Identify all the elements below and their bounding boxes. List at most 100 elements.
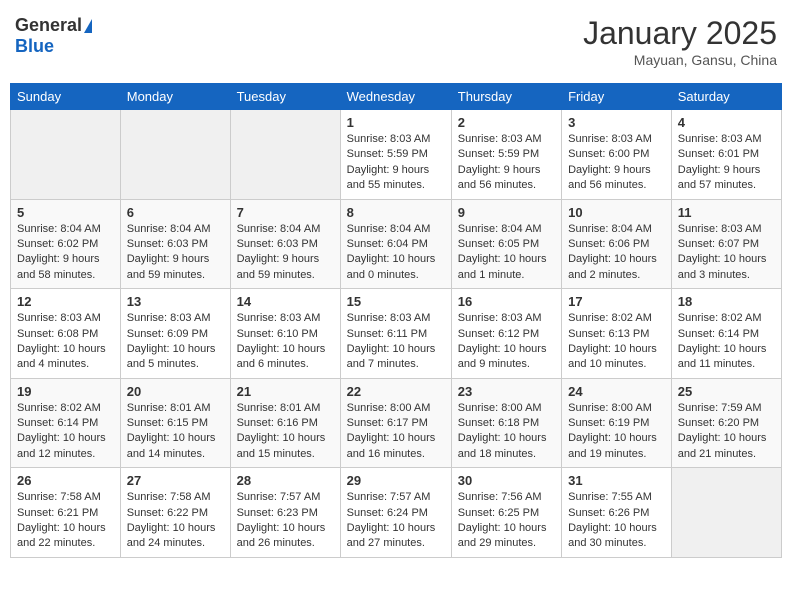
day-info: Sunrise: 8:02 AM Sunset: 6:14 PM Dayligh… — [17, 401, 114, 463]
day-number: 24 — [568, 384, 665, 399]
calendar-cell: 15Sunrise: 8:03 AM Sunset: 6:11 PM Dayli… — [340, 289, 451, 379]
calendar-cell: 23Sunrise: 8:00 AM Sunset: 6:18 PM Dayli… — [451, 378, 561, 468]
calendar-cell: 7 Sunrise: 8:04 AM Sunset: 6:03 PM Daylig… — [230, 199, 340, 289]
day-info: Sunrise: 7:56 AM Sunset: 6:25 PM Dayligh… — [458, 490, 555, 552]
calendar-week-1: 1 Sunrise: 8:03 AM Sunset: 5:59 PM Daylig… — [11, 110, 782, 200]
calendar-cell: 6Sunrise: 8:04 AM Sunset: 6:03 PM Daylig… — [120, 199, 230, 289]
calendar-cell: 31 Sunrise: 7:55 AM Sunset: 6:26 PM Dayli… — [562, 468, 672, 558]
day-info: Sunrise: 8:04 AM Sunset: 6:05 PM Dayligh… — [458, 222, 555, 284]
day-info: Sunrise: 7:55 AM Sunset: 6:26 PM Dayligh… — [568, 490, 665, 552]
day-number: 18 — [678, 294, 775, 309]
day-number: 11 — [678, 205, 775, 220]
day-info: Sunrise: 8:03 AM Sunset: 6:01 PM Dayligh… — [678, 132, 775, 194]
day-number: 4 — [678, 115, 775, 130]
day-info: Sunrise: 8:03 AM Sunset: 6:00 PM Dayligh… — [568, 132, 665, 194]
day-number: 12 — [17, 294, 114, 309]
day-info: Sunrise: 7:58 AM Sunset: 6:22 PM Dayligh… — [127, 490, 224, 552]
day-number: 19 — [17, 384, 114, 399]
day-number: 7 — [237, 205, 334, 220]
calendar-cell: 22 Sunrise: 8:00 AM Sunset: 6:17 PM Dayli… — [340, 378, 451, 468]
weekday-header-wednesday: Wednesday — [340, 84, 451, 110]
calendar-cell: 24 Sunrise: 8:00 AM Sunset: 6:19 PM Dayli… — [562, 378, 672, 468]
title-block: January 2025 Mayuan, Gansu, China — [583, 15, 777, 68]
logo-general-text: General — [15, 15, 82, 36]
calendar-cell: 5Sunrise: 8:04 AM Sunset: 6:02 PM Daylig… — [11, 199, 121, 289]
calendar-cell: 12 Sunrise: 8:03 AM Sunset: 6:08 PM Dayli… — [11, 289, 121, 379]
month-year-title: January 2025 — [583, 15, 777, 52]
day-number: 14 — [237, 294, 334, 309]
calendar-header-row: SundayMondayTuesdayWednesdayThursdayFrid… — [11, 84, 782, 110]
calendar-cell: 30 Sunrise: 7:56 AM Sunset: 6:25 PM Dayli… — [451, 468, 561, 558]
calendar-cell: 11Sunrise: 8:03 AM Sunset: 6:07 PM Dayli… — [671, 199, 781, 289]
calendar-week-2: 5Sunrise: 8:04 AM Sunset: 6:02 PM Daylig… — [11, 199, 782, 289]
day-info: Sunrise: 8:04 AM Sunset: 6:06 PM Dayligh… — [568, 222, 665, 284]
day-number: 31 — [568, 473, 665, 488]
logo: General Blue — [15, 15, 92, 57]
day-info: Sunrise: 8:03 AM Sunset: 5:59 PM Dayligh… — [347, 132, 445, 194]
calendar-cell: 2 Sunrise: 8:03 AM Sunset: 5:59 PM Daylig… — [451, 110, 561, 200]
calendar-cell: 13Sunrise: 8:03 AM Sunset: 6:09 PM Dayli… — [120, 289, 230, 379]
calendar-cell: 3 Sunrise: 8:03 AM Sunset: 6:00 PM Daylig… — [562, 110, 672, 200]
day-number: 30 — [458, 473, 555, 488]
calendar-week-3: 12 Sunrise: 8:03 AM Sunset: 6:08 PM Dayli… — [11, 289, 782, 379]
weekday-header-tuesday: Tuesday — [230, 84, 340, 110]
day-number: 13 — [127, 294, 224, 309]
calendar-cell: 28 Sunrise: 7:57 AM Sunset: 6:23 PM Dayli… — [230, 468, 340, 558]
calendar-cell: 9 Sunrise: 8:04 AM Sunset: 6:05 PM Daylig… — [451, 199, 561, 289]
day-number: 3 — [568, 115, 665, 130]
calendar-cell: 29 Sunrise: 7:57 AM Sunset: 6:24 PM Dayli… — [340, 468, 451, 558]
location-text: Mayuan, Gansu, China — [583, 52, 777, 68]
weekday-header-sunday: Sunday — [11, 84, 121, 110]
day-info: Sunrise: 8:03 AM Sunset: 6:08 PM Dayligh… — [17, 311, 114, 373]
day-number: 15 — [347, 294, 445, 309]
day-number: 8 — [347, 205, 445, 220]
day-info: Sunrise: 7:59 AM Sunset: 6:20 PM Dayligh… — [678, 401, 775, 463]
calendar-cell — [671, 468, 781, 558]
day-info: Sunrise: 8:03 AM Sunset: 5:59 PM Dayligh… — [458, 132, 555, 194]
day-info: Sunrise: 8:00 AM Sunset: 6:17 PM Dayligh… — [347, 401, 445, 463]
weekday-header-thursday: Thursday — [451, 84, 561, 110]
day-info: Sunrise: 8:04 AM Sunset: 6:04 PM Dayligh… — [347, 222, 445, 284]
calendar-cell: 16Sunrise: 8:03 AM Sunset: 6:12 PM Dayli… — [451, 289, 561, 379]
day-info: Sunrise: 8:02 AM Sunset: 6:14 PM Dayligh… — [678, 311, 775, 373]
day-info: Sunrise: 7:58 AM Sunset: 6:21 PM Dayligh… — [17, 490, 114, 552]
day-number: 1 — [347, 115, 445, 130]
day-info: Sunrise: 7:57 AM Sunset: 6:23 PM Dayligh… — [237, 490, 334, 552]
day-number: 22 — [347, 384, 445, 399]
day-number: 20 — [127, 384, 224, 399]
day-number: 9 — [458, 205, 555, 220]
day-number: 5 — [17, 205, 114, 220]
calendar-cell — [120, 110, 230, 200]
day-info: Sunrise: 8:03 AM Sunset: 6:10 PM Dayligh… — [237, 311, 334, 373]
calendar-cell: 21Sunrise: 8:01 AM Sunset: 6:16 PM Dayli… — [230, 378, 340, 468]
day-info: Sunrise: 7:57 AM Sunset: 6:24 PM Dayligh… — [347, 490, 445, 552]
day-number: 28 — [237, 473, 334, 488]
weekday-header-friday: Friday — [562, 84, 672, 110]
day-number: 25 — [678, 384, 775, 399]
calendar-cell: 26 Sunrise: 7:58 AM Sunset: 6:21 PM Dayli… — [11, 468, 121, 558]
calendar-cell: 1 Sunrise: 8:03 AM Sunset: 5:59 PM Daylig… — [340, 110, 451, 200]
weekday-header-monday: Monday — [120, 84, 230, 110]
day-info: Sunrise: 8:03 AM Sunset: 6:12 PM Dayligh… — [458, 311, 555, 373]
day-info: Sunrise: 8:01 AM Sunset: 6:15 PM Dayligh… — [127, 401, 224, 463]
calendar-cell: 27Sunrise: 7:58 AM Sunset: 6:22 PM Dayli… — [120, 468, 230, 558]
calendar-cell — [11, 110, 121, 200]
day-info: Sunrise: 8:04 AM Sunset: 6:03 PM Dayligh… — [237, 222, 334, 284]
day-number: 2 — [458, 115, 555, 130]
calendar-cell — [230, 110, 340, 200]
logo-icon — [84, 19, 92, 33]
day-info: Sunrise: 8:00 AM Sunset: 6:19 PM Dayligh… — [568, 401, 665, 463]
day-info: Sunrise: 8:02 AM Sunset: 6:13 PM Dayligh… — [568, 311, 665, 373]
day-number: 21 — [237, 384, 334, 399]
calendar-cell: 4 Sunrise: 8:03 AM Sunset: 6:01 PM Daylig… — [671, 110, 781, 200]
calendar-week-5: 26 Sunrise: 7:58 AM Sunset: 6:21 PM Dayli… — [11, 468, 782, 558]
day-number: 26 — [17, 473, 114, 488]
weekday-header-saturday: Saturday — [671, 84, 781, 110]
calendar-cell: 8 Sunrise: 8:04 AM Sunset: 6:04 PM Daylig… — [340, 199, 451, 289]
calendar-cell: 19 Sunrise: 8:02 AM Sunset: 6:14 PM Dayli… — [11, 378, 121, 468]
day-number: 29 — [347, 473, 445, 488]
day-info: Sunrise: 8:04 AM Sunset: 6:03 PM Dayligh… — [127, 222, 224, 284]
calendar-cell: 10 Sunrise: 8:04 AM Sunset: 6:06 PM Dayli… — [562, 199, 672, 289]
day-number: 10 — [568, 205, 665, 220]
calendar-table: SundayMondayTuesdayWednesdayThursdayFrid… — [10, 83, 782, 558]
